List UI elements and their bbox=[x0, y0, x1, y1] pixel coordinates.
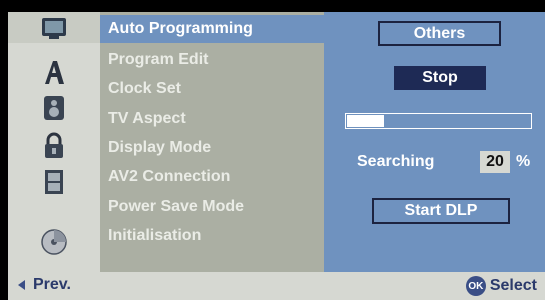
setup-menu-list: Auto Programming Program Edit Clock Set … bbox=[100, 12, 324, 272]
ok-button-icon: OK bbox=[465, 276, 486, 296]
film-reel-icon[interactable] bbox=[8, 166, 100, 197]
menu-item-auto-programming[interactable]: Auto Programming bbox=[100, 15, 324, 43]
percent-sign: % bbox=[516, 153, 531, 170]
footer-bar: Prev. OK Select bbox=[8, 272, 545, 300]
menu-item-av2-connection[interactable]: AV2 Connection bbox=[100, 163, 324, 191]
speaker-icon[interactable] bbox=[8, 92, 100, 123]
lock-icon[interactable] bbox=[8, 130, 100, 161]
others-button[interactable]: Others bbox=[378, 21, 501, 46]
disc-icon[interactable] bbox=[8, 226, 100, 257]
category-icon-column bbox=[8, 12, 100, 272]
menu-item-initialisation[interactable]: Initialisation bbox=[100, 222, 324, 250]
stop-button[interactable]: Stop bbox=[394, 66, 486, 90]
start-dlp-button[interactable]: Start DLP bbox=[372, 198, 510, 224]
menu-item-power-save-mode[interactable]: Power Save Mode bbox=[100, 193, 324, 221]
menu-item-display-mode[interactable]: Display Mode bbox=[100, 134, 324, 162]
dvd-setup-screen: Auto Programming Program Edit Clock Set … bbox=[0, 0, 545, 300]
searching-label: Searching bbox=[357, 153, 435, 170]
select-label: Select bbox=[489, 277, 537, 294]
prev-label: Prev. bbox=[33, 276, 71, 293]
prev-hint[interactable]: Prev. bbox=[18, 276, 71, 294]
select-hint[interactable]: OK Select bbox=[465, 276, 537, 296]
tv-icon[interactable] bbox=[8, 12, 100, 43]
percent-value: 20 bbox=[480, 151, 510, 173]
language-a-icon[interactable] bbox=[8, 56, 100, 87]
menu-item-clock-set[interactable]: Clock Set bbox=[100, 75, 324, 103]
search-progress-bar bbox=[345, 113, 532, 129]
menu-item-program-edit[interactable]: Program Edit bbox=[100, 46, 324, 74]
menu-item-tv-aspect[interactable]: TV Aspect bbox=[100, 105, 324, 133]
progress-fill bbox=[347, 115, 384, 127]
auto-programming-panel: Others Stop Searching 20 % Start DLP bbox=[324, 12, 545, 272]
left-arrow-icon bbox=[18, 280, 25, 290]
